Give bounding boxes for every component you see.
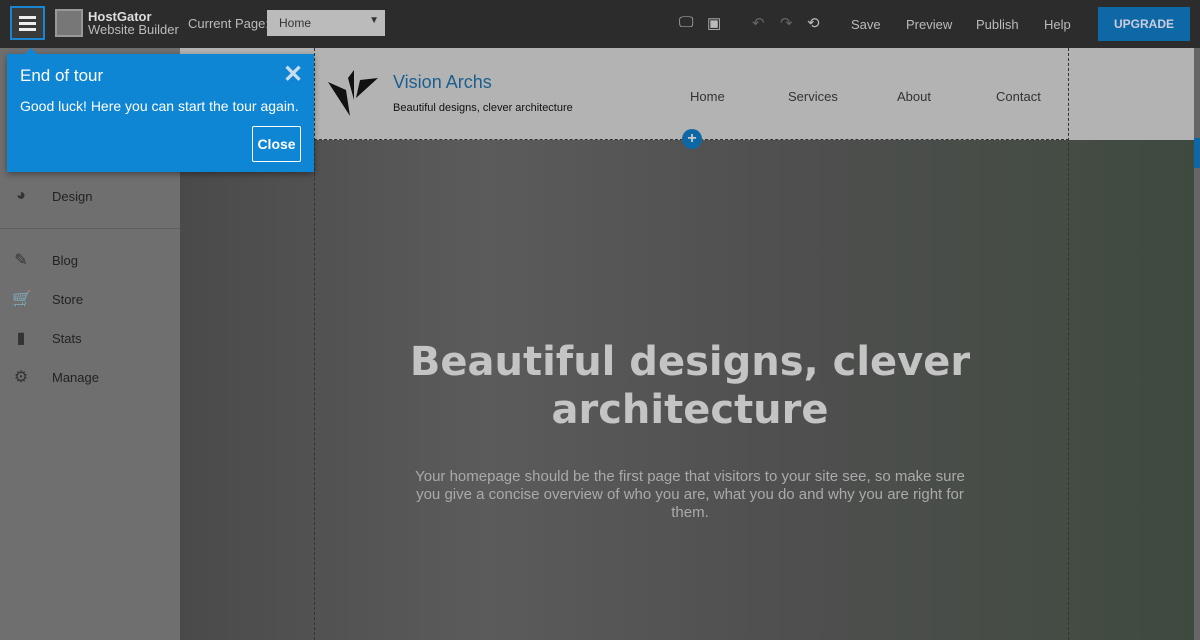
help-button[interactable]: Help bbox=[1044, 17, 1071, 32]
close-icon[interactable]: ✕ bbox=[283, 60, 303, 89]
sidebar-item-label: Stats bbox=[52, 330, 82, 346]
caret-down-icon: ▼ bbox=[369, 15, 379, 26]
palette-icon: ◕ bbox=[16, 187, 26, 204]
current-page-select[interactable]: Home ▼ bbox=[267, 10, 385, 36]
bar-chart-icon: ▮ bbox=[16, 330, 26, 347]
desktop-view-icon[interactable]: 🖵 bbox=[679, 14, 693, 31]
sidebar-item-label: Design bbox=[52, 188, 93, 204]
sidebar-item-label: Manage bbox=[52, 369, 99, 385]
nav-services[interactable]: Services bbox=[788, 89, 838, 104]
nav-about[interactable]: About bbox=[897, 89, 931, 104]
add-section-button[interactable]: + bbox=[682, 129, 702, 149]
guide-line bbox=[1068, 48, 1069, 640]
tour-title: End of tour bbox=[20, 66, 104, 85]
upgrade-button[interactable]: UPGRADE bbox=[1098, 7, 1190, 41]
site-canvas[interactable]: Vision Archs Beautiful designs, clever a… bbox=[180, 48, 1194, 640]
sidebar-item-blog[interactable]: ✎ Blog bbox=[12, 250, 78, 270]
sidebar-item-label: Blog bbox=[52, 252, 79, 268]
tour-popover: End of tour ✕ Good luck! Here you can st… bbox=[7, 48, 314, 172]
site-logo bbox=[328, 70, 378, 116]
save-button[interactable]: Save bbox=[851, 17, 881, 32]
pencil-icon: ✎ bbox=[14, 252, 28, 269]
top-toolbar: HostGator Website Builder Current Page: H… bbox=[0, 0, 1200, 48]
site-header[interactable]: Vision Archs Beautiful designs, clever a… bbox=[180, 48, 1194, 140]
cart-icon: 🛒 bbox=[12, 291, 32, 308]
close-button[interactable]: Close bbox=[252, 126, 301, 162]
brand: HostGator Website Builder bbox=[88, 9, 179, 37]
hostgator-logo bbox=[55, 9, 83, 37]
hero-text[interactable]: Your homepage should be the first page t… bbox=[415, 468, 965, 522]
hamburger-menu-button[interactable] bbox=[10, 6, 45, 40]
hero-title[interactable]: Beautiful designs, clever architecture bbox=[400, 338, 980, 434]
tour-body: Good luck! Here you can start the tour a… bbox=[20, 98, 299, 114]
scrollbar[interactable] bbox=[1194, 48, 1200, 640]
sidebar-item-label: Store bbox=[52, 291, 84, 307]
mobile-view-icon[interactable]: ▣ bbox=[707, 14, 721, 32]
sidebar-item-design[interactable]: ◕ Design bbox=[12, 187, 92, 205]
sidebar-item-stats[interactable]: ▮ Stats bbox=[12, 328, 82, 348]
gear-icon: ⚙ bbox=[13, 369, 29, 386]
redo-icon[interactable]: ↷ bbox=[780, 14, 793, 32]
divider bbox=[0, 228, 180, 229]
nav-contact[interactable]: Contact bbox=[996, 89, 1041, 104]
preview-button[interactable]: Preview bbox=[906, 17, 952, 32]
guide-line bbox=[314, 48, 315, 640]
nav-home[interactable]: Home bbox=[690, 89, 725, 104]
current-page-label: Current Page: bbox=[188, 16, 269, 31]
sidebar-item-store[interactable]: 🛒 Store bbox=[12, 289, 83, 309]
history-icon[interactable]: ⟲ bbox=[807, 14, 820, 32]
site-title[interactable]: Vision Archs bbox=[393, 72, 492, 93]
publish-button[interactable]: Publish bbox=[976, 17, 1019, 32]
sidebar-item-manage[interactable]: ⚙ Manage bbox=[12, 367, 99, 387]
undo-icon[interactable]: ↶ bbox=[752, 14, 765, 32]
site-tagline[interactable]: Beautiful designs, clever architecture bbox=[393, 102, 573, 114]
